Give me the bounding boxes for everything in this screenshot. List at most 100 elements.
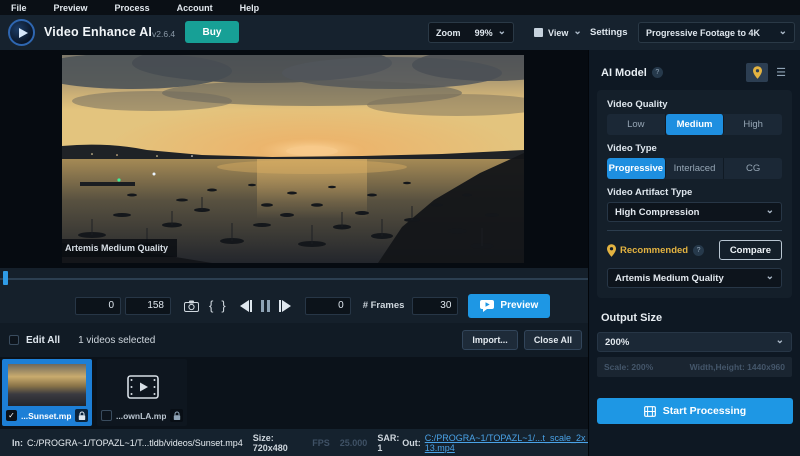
settings-preset-value: Progressive Footage to 4K	[646, 28, 760, 38]
recommended-view-toggle[interactable]	[746, 63, 768, 82]
set-start-brace-button[interactable]: {	[205, 298, 217, 313]
quality-high-button[interactable]: High	[724, 114, 782, 135]
sunset-filename: ...Sunset.mp4	[21, 411, 71, 421]
video-type-label: Video Type	[607, 143, 782, 154]
scale-text: Scale: 200%	[604, 362, 653, 372]
list-icon: ☰	[776, 68, 786, 78]
zoom-label: Zoom	[436, 28, 461, 38]
pause-icon	[261, 300, 270, 312]
video-enhance-ai-window: File Preview Process Account Help Video …	[0, 0, 800, 456]
total-frames-input[interactable]	[125, 297, 171, 315]
menu-help[interactable]: Help	[240, 3, 260, 13]
output-size-select[interactable]: 200%	[597, 332, 792, 352]
menu-account[interactable]: Account	[177, 3, 213, 13]
sunset-thumbnail-image	[8, 364, 86, 406]
buy-button[interactable]: Buy	[185, 21, 239, 43]
width-height-text: Width,Height: 1440x960	[690, 362, 785, 372]
menu-file[interactable]: File	[11, 3, 27, 13]
recommended-model-select[interactable]: Artemis Medium Quality	[607, 268, 782, 288]
zoom-value: 99%	[475, 28, 493, 38]
menu-process[interactable]: Process	[115, 3, 150, 13]
timeline-playhead[interactable]	[3, 271, 8, 285]
menu-bar: File Preview Process Account Help	[0, 0, 800, 15]
step-back-button[interactable]	[240, 300, 252, 312]
settings-preset-select[interactable]: Progressive Footage to 4K	[638, 22, 795, 43]
zoom-control[interactable]: Zoom 99%	[428, 22, 514, 43]
divider	[607, 230, 782, 231]
in-size: Size: 720x480	[253, 433, 303, 453]
quality-low-button[interactable]: Low	[607, 114, 666, 135]
downla-filename: ...ownLA.mp4	[116, 411, 166, 421]
video-thumbnail-downla[interactable]: ...ownLA.mp4	[97, 359, 187, 426]
step-forward-icon	[282, 300, 291, 312]
snapshot-button[interactable]	[184, 300, 199, 312]
selected-count-text: 1 videos selected	[78, 335, 155, 346]
step-forward-button[interactable]	[279, 300, 291, 312]
recommended-model-value: Artemis Medium Quality	[615, 273, 724, 284]
fps-value: 25.000	[340, 438, 368, 448]
output-size-label: Output Size	[601, 312, 788, 324]
video-type-segment: Progressive Interlaced CG	[607, 158, 782, 179]
camera-icon	[184, 300, 199, 312]
sunset-checkbox[interactable]: ✓	[6, 410, 17, 421]
edit-all-label: Edit All	[26, 335, 60, 346]
video-quality-segment: Low Medium High	[607, 114, 782, 135]
chevron-down-icon	[779, 28, 787, 38]
downla-checkbox[interactable]	[101, 410, 112, 421]
in-path: C:/PROGRA~1/TOPAZL~1/T...tldb/videos/Sun…	[27, 438, 243, 448]
chevron-down-icon	[766, 207, 774, 218]
help-icon[interactable]: ?	[693, 245, 704, 256]
pin-icon	[753, 66, 762, 79]
film-icon	[127, 375, 159, 404]
chevron-down-icon	[766, 273, 774, 284]
start-processing-button[interactable]: Start Processing	[597, 398, 793, 424]
list-view-toggle[interactable]: ☰	[770, 63, 792, 82]
lock-icon	[170, 409, 183, 422]
current-frame-input[interactable]	[75, 297, 121, 315]
playback-toolbar: { } # Frames Preview	[0, 288, 588, 323]
help-icon[interactable]: ?	[652, 67, 663, 78]
preview-start-input[interactable]	[305, 297, 351, 315]
timeline[interactable]	[0, 268, 588, 288]
app-logo-icon	[8, 19, 35, 46]
set-end-brace-button[interactable]: }	[217, 298, 229, 313]
edit-bar: Edit All 1 videos selected Import... Clo…	[0, 323, 588, 357]
video-list: ✓ ...Sunset.mp4 ...ownLA.mp4	[0, 357, 588, 429]
chevron-down-icon	[573, 28, 581, 38]
type-progressive-button[interactable]: Progressive	[607, 158, 666, 179]
pause-button[interactable]	[261, 300, 270, 312]
close-all-button[interactable]: Close All	[524, 330, 582, 350]
app-version: v2.6.4	[152, 29, 175, 39]
preview-button[interactable]: Preview	[468, 294, 550, 318]
quality-medium-button[interactable]: Medium	[666, 114, 725, 135]
app-title: Video Enhance AI	[44, 25, 152, 39]
chevron-down-icon	[498, 28, 506, 38]
type-cg-button[interactable]: CG	[724, 158, 782, 179]
frames-label: # Frames	[363, 300, 405, 311]
preview-bubble-icon	[480, 300, 494, 312]
timeline-track[interactable]	[0, 278, 588, 280]
in-label: In:	[12, 438, 23, 448]
view-control[interactable]: View	[528, 22, 588, 43]
frames-count-input[interactable]	[412, 297, 458, 315]
out-label: Out:	[402, 438, 421, 448]
title-bar: Video Enhance AI v2.6.4 Buy Zoom 99% Vie…	[0, 15, 800, 50]
compare-button[interactable]: Compare	[719, 240, 782, 260]
chevron-down-icon	[776, 337, 784, 348]
recommended-label: Recommended	[620, 245, 688, 256]
type-interlaced-button[interactable]: Interlaced	[666, 158, 725, 179]
sar-value: SAR: 1	[377, 433, 402, 453]
settings-panel: AI Model ? ☰ Video Quality Low Medium	[588, 50, 800, 456]
model-settings-box: Video Quality Low Medium High Video Type…	[597, 90, 792, 298]
artifact-type-select[interactable]: High Compression	[607, 202, 782, 222]
video-thumbnail-sunset[interactable]: ✓ ...Sunset.mp4	[2, 359, 92, 426]
step-back-icon	[240, 300, 249, 312]
artifact-type-label: Video Artifact Type	[607, 187, 782, 198]
import-button[interactable]: Import...	[462, 330, 518, 350]
edit-all-checkbox[interactable]	[9, 335, 19, 345]
view-label: View	[548, 28, 568, 38]
menu-preview[interactable]: Preview	[54, 3, 88, 13]
lock-icon	[75, 409, 88, 422]
film-process-icon	[644, 406, 656, 417]
video-frame[interactable]: Artemis Medium Quality	[62, 55, 524, 263]
